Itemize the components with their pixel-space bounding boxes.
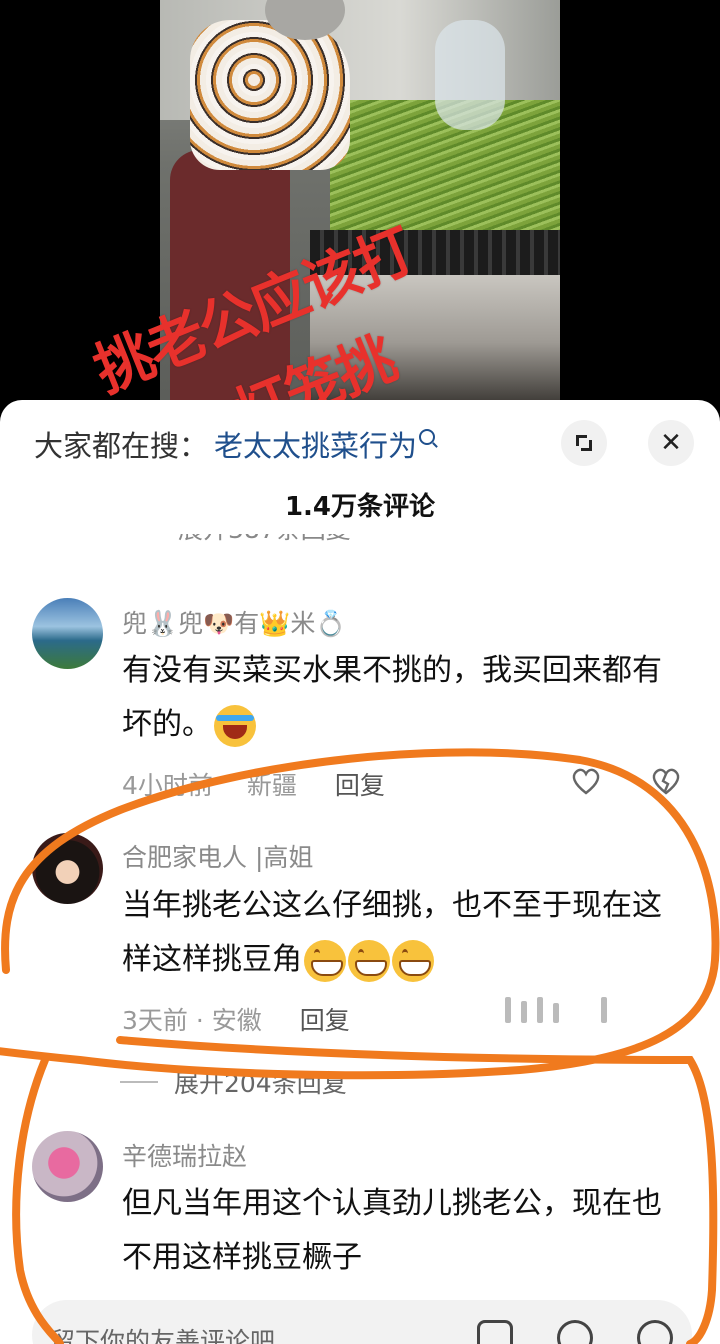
comment-count: 1.4万条评论 — [284, 492, 436, 522]
comment-text: 当年挑老公这么仔细挑，也不至于现在这样这样挑豆角 — [122, 879, 682, 987]
comment-meta: 3天前 · 安徽 回复 — [122, 1001, 350, 1037]
comment-sheet: 大家都在搜： 老太太挑菜行为 ✕ 1.4万条评论 展开387条回复 兜🐰兜🐶有👑… — [0, 400, 720, 1344]
expand-replies-label: 展开204条回复 — [174, 1069, 347, 1098]
trending-search-prefix: 大家都在搜： — [34, 429, 209, 463]
like-animation-icon[interactable] — [505, 997, 607, 1023]
comment-time: 4小时前 — [122, 771, 213, 800]
comment-text: 有没有买菜买水果不挑的，我买回来都有坏的。 — [122, 644, 682, 752]
comment-location: 新疆 — [246, 771, 297, 800]
at-mention-icon[interactable] — [557, 1320, 593, 1344]
close-icon: ✕ — [660, 428, 682, 458]
grin-emoji-icon — [392, 939, 434, 982]
avatar[interactable] — [32, 1131, 103, 1202]
comment-time: 3天前 — [122, 1006, 188, 1035]
like-heart-icon[interactable] — [571, 767, 601, 795]
comment-input-placeholder: 留下你的友善评论吧 — [50, 1327, 276, 1344]
comment-text-content: 有没有买菜买水果不挑的，我买回来都有坏的。 — [122, 653, 662, 742]
emoji-icon[interactable] — [637, 1320, 673, 1344]
grin-emoji-icon — [304, 939, 346, 982]
comment-username[interactable]: 合肥家电人 |高姐 — [122, 838, 313, 874]
avatar[interactable] — [32, 833, 103, 904]
video-player[interactable]: 挑老公应该打 灯笼挑 — [0, 0, 720, 450]
meta-separator: · — [195, 1006, 212, 1035]
expand-button[interactable] — [561, 420, 607, 466]
reply-button[interactable]: 回复 — [300, 1006, 350, 1035]
reply-button[interactable]: 回复 — [335, 771, 385, 800]
comment-location: 安徽 — [211, 1006, 262, 1035]
expand-icon — [576, 435, 592, 451]
trending-search[interactable]: 大家都在搜： 老太太挑菜行为 — [34, 422, 436, 466]
expand-replies-label: 展开387条回复 — [178, 534, 351, 544]
comment-text: 但凡当年用这个认真劲儿挑老公，现在也不用这样挑豆橛子 — [122, 1186, 662, 1275]
laugh-cry-emoji-icon — [214, 704, 256, 747]
avatar[interactable] — [32, 598, 103, 669]
trending-search-term[interactable]: 老太太挑菜行为 — [214, 423, 417, 465]
comment-username[interactable]: 辛德瑞拉赵 — [122, 1137, 247, 1173]
expand-replies-link[interactable]: 展开204条回复 — [120, 1064, 347, 1100]
search-icon — [419, 429, 436, 445]
image-icon[interactable] — [477, 1320, 513, 1344]
comment-input[interactable]: 留下你的友善评论吧 — [32, 1300, 692, 1344]
divider-line — [120, 1081, 158, 1083]
woman-figure — [190, 20, 350, 170]
comment-meta: 4小时前 新疆 回复 — [122, 766, 385, 802]
close-button[interactable]: ✕ — [648, 420, 694, 466]
dislike-heart-icon[interactable] — [651, 767, 681, 795]
expand-replies-link[interactable]: 展开387条回复 — [178, 534, 351, 554]
grin-emoji-icon — [348, 939, 390, 982]
comment-username[interactable]: 兜🐰兜🐶有👑米💍 — [122, 604, 347, 640]
